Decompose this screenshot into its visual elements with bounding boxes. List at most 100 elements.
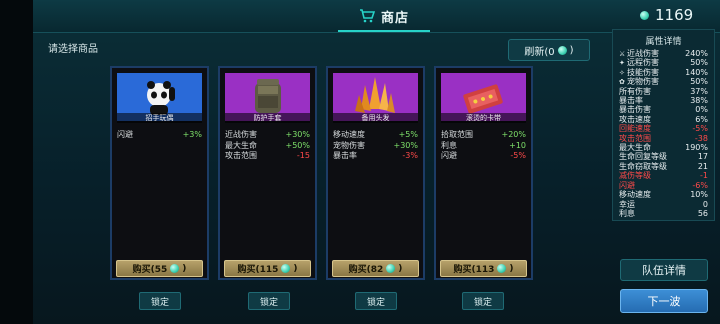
stat-name: 闪避 (441, 151, 457, 160)
attribute-row: 生命回复等级 17 (619, 152, 708, 161)
attribute-name: 闪避 (619, 181, 635, 190)
attribute-row: 回能速度 -5% (619, 124, 708, 133)
attribute-row: 利息 56 (619, 209, 708, 218)
shop-item-card[interactable]: 招手玩偶闪避 +3% 购买(55) (110, 66, 209, 280)
attribute-name: 利息 (619, 209, 635, 218)
attribute-value: 0 (702, 199, 708, 209)
attribute-name: 生命窃取等级 (619, 162, 667, 171)
shop-item-card[interactable]: 备用头发 移动速度 +5% 宠物伤害 +30% 暴击率 -3% 购买(82) (326, 66, 425, 280)
refresh-button[interactable]: 刷新(0 ) (508, 39, 590, 61)
attribute-name: ✧ 技能伤害 (619, 68, 659, 77)
attribute-row: 生命窃取等级 21 (619, 162, 708, 171)
next-wave-button[interactable]: 下一波 (620, 289, 708, 313)
gem-icon (557, 45, 567, 55)
stat-name: 攻击范围 (225, 151, 257, 160)
lock-button[interactable]: 锁定 (139, 292, 181, 310)
gem-icon (170, 264, 180, 273)
attribute-name: 攻击速度 (619, 115, 651, 124)
buy-button[interactable]: 购买(113) (440, 260, 527, 277)
stat-row: 暴击率 -3% (333, 151, 418, 162)
attribute-value: -5% (692, 124, 708, 134)
stat-row: 近战伤害 +30% (225, 130, 310, 141)
buy-close-paren: ) (398, 263, 403, 274)
attribute-name: 暴击伤害 (619, 105, 651, 114)
item-name: 备用头发 (333, 113, 418, 123)
attribute-value: 17 (697, 152, 708, 162)
stat-row: 利息 +10 (441, 141, 526, 152)
attribute-row: ⚔ 近战伤害 240% (619, 49, 708, 58)
attribute-name: ✦ 远程伤害 (619, 58, 659, 67)
stat-value: -15 (296, 151, 310, 160)
stat-row: 攻击范围 -15 (225, 151, 310, 162)
attribute-name: 回能速度 (619, 124, 651, 133)
buy-button[interactable]: 购买(55) (116, 260, 203, 277)
lock-button[interactable]: 锁定 (462, 292, 504, 310)
attribute-row: 攻击速度 6% (619, 115, 708, 124)
shop-title-tab: 商店 (338, 2, 430, 32)
attribute-label: 回能速度 (619, 124, 651, 134)
attribute-name: 所有伤害 (619, 87, 651, 96)
attribute-row: 所有伤害 37% (619, 87, 708, 96)
buy-label: 购买(82 (348, 265, 384, 275)
item-name: 防护手套 (225, 113, 310, 123)
attribute-row: 暴击伤害 0% (619, 105, 708, 114)
attribute-value: 0% (695, 105, 708, 115)
stat-value: +50% (285, 140, 310, 150)
attribute-label: 攻击速度 (619, 114, 651, 124)
attribute-label: 利息 (619, 208, 635, 218)
attribute-row: ✦ 远程伤害 50% (619, 58, 708, 67)
team-details-button[interactable]: 队伍详情 (620, 259, 708, 281)
stat-name: 拾取范围 (441, 130, 473, 139)
lock-button[interactable]: 锁定 (355, 292, 397, 310)
attribute-label: 技能伤害 (627, 67, 659, 77)
buy-close-paren: ) (182, 263, 187, 274)
stat-name: 利息 (441, 140, 457, 150)
coin-counter: 1169 (640, 6, 693, 24)
stat-row: 闪避 -5% (441, 151, 526, 162)
refresh-close-paren: ) (569, 44, 574, 56)
stat-name: 宠物伤害 (333, 140, 365, 150)
attribute-row: ✧ 技能伤害 140% (619, 68, 708, 77)
item-name: 滚烫的卡带 (441, 113, 526, 123)
attribute-value: 6% (695, 114, 708, 124)
stat-value: +20% (501, 130, 526, 139)
item-stats: 近战伤害 +30% 最大生命 +50% 攻击范围 -15 (225, 130, 310, 162)
gem-icon (386, 264, 396, 273)
attribute-label: 近战伤害 (627, 49, 659, 58)
buy-close-paren: ) (293, 263, 298, 274)
stat-value: +5% (398, 130, 418, 139)
attribute-value: 50% (690, 58, 708, 68)
select-hint: 请选择商品 (48, 44, 98, 55)
buy-button[interactable]: 购买(115) (224, 260, 311, 277)
coin-value: 1169 (655, 6, 694, 24)
item-name: 招手玩偶 (117, 113, 202, 123)
attribute-name: 生命回复等级 (619, 152, 667, 161)
stat-value: +30% (285, 130, 310, 139)
stat-row: 闪避 +3% (117, 130, 202, 141)
stat-value: +3% (182, 130, 202, 139)
shop-item-card[interactable]: 滚烫的卡带拾取范围 +20% 利息 +10 闪避 -5% 购买(113) (434, 66, 533, 280)
lock-button[interactable]: 锁定 (248, 292, 290, 310)
attribute-label: 幸运 (619, 199, 635, 209)
attribute-label: 宠物伤害 (627, 77, 659, 87)
attribute-row: ✿ 宠物伤害 50% (619, 77, 708, 86)
buy-close-paren: ) (509, 263, 514, 274)
item-stats: 移动速度 +5% 宠物伤害 +30% 暴击率 -3% (333, 130, 418, 162)
shop-item-card[interactable]: 防护手套 近战伤害 +30% 最大生命 +50% 攻击范围 -15 购买(115) (218, 66, 317, 280)
gem-icon (281, 264, 291, 273)
skill-icon: ✧ (619, 68, 625, 77)
stat-value: -3% (402, 151, 418, 160)
attribute-label: 移动速度 (619, 190, 651, 200)
item-stats: 拾取范围 +20% 利息 +10 闪避 -5% (441, 130, 526, 162)
attribute-label: 攻击范围 (619, 133, 651, 143)
attribute-name: 幸运 (619, 200, 635, 209)
sword-icon: ⚔ (619, 49, 626, 58)
buy-button[interactable]: 购买(82) (332, 260, 419, 277)
attribute-name: ✿ 宠物伤害 (619, 77, 659, 86)
stat-row: 宠物伤害 +30% (333, 141, 418, 152)
attribute-name: ⚔ 近战伤害 (619, 49, 659, 58)
attribute-value: 50% (690, 77, 708, 87)
attribute-value: 190% (685, 143, 708, 153)
attribute-label: 所有伤害 (619, 86, 651, 96)
buy-label: 购买(113 (453, 265, 495, 275)
